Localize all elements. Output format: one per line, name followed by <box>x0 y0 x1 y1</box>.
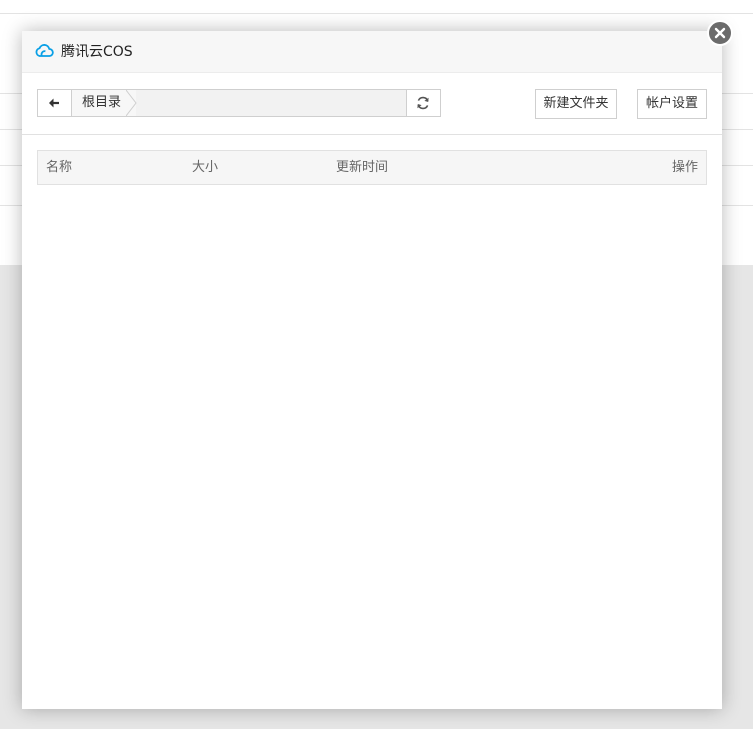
background-divider <box>0 13 753 14</box>
cloud-icon <box>35 44 54 57</box>
cos-dialog: 腾讯云COS 根目录 新建文件夹 帐户设置 名称 大小 更新时间 操作 <box>22 31 722 709</box>
back-button[interactable] <box>38 90 72 116</box>
column-header-size[interactable]: 大小 <box>192 159 218 176</box>
breadcrumb-root[interactable]: 根目录 <box>72 90 137 116</box>
account-settings-button[interactable]: 帐户设置 <box>637 89 707 119</box>
file-table-header: 名称 大小 更新时间 操作 <box>37 150 707 185</box>
dialog-titlebar: 腾讯云COS <box>22 31 722 73</box>
breadcrumb-label: 根目录 <box>82 95 122 110</box>
new-folder-button[interactable]: 新建文件夹 <box>535 89 617 119</box>
dialog-title: 腾讯云COS <box>61 44 133 60</box>
column-header-actions: 操作 <box>671 160 698 175</box>
path-bar: 根目录 <box>37 89 441 117</box>
column-header-name[interactable]: 名称 <box>46 159 72 176</box>
refresh-icon <box>417 96 429 110</box>
close-icon <box>714 27 726 39</box>
arrow-left-icon <box>49 98 59 108</box>
refresh-button[interactable] <box>406 90 440 116</box>
close-button[interactable] <box>707 20 733 46</box>
column-header-updated-time[interactable]: 更新时间 <box>336 159 388 176</box>
breadcrumb-separator-icon <box>126 90 137 116</box>
toolbar: 根目录 新建文件夹 帐户设置 <box>22 73 722 135</box>
